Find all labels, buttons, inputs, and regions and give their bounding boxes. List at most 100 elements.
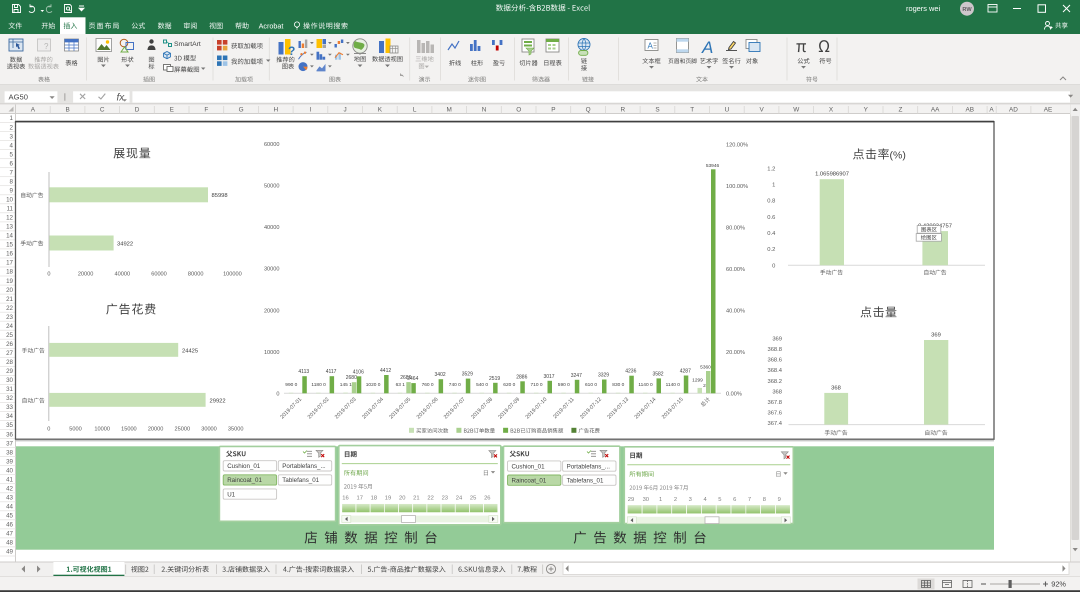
svg-text:29: 29 [628,497,634,503]
svg-text:D: D [135,106,140,113]
svg-text:3402: 3402 [435,372,446,378]
svg-text:20.00%: 20.00% [726,350,745,356]
svg-text:35000: 35000 [228,427,244,433]
svg-text:367.4: 367.4 [767,421,782,427]
svg-text:540 0: 540 0 [476,382,488,388]
svg-text:60000: 60000 [264,142,280,148]
svg-text:42: 42 [6,486,13,493]
svg-text:34: 34 [6,413,13,420]
svg-text:1.2: 1.2 [767,166,775,172]
svg-text:15: 15 [6,242,13,249]
svg-text:7: 7 [10,169,14,176]
svg-text:80000: 80000 [188,272,204,278]
svg-text:39: 39 [6,458,13,465]
svg-text:6: 6 [10,160,14,167]
svg-text:7: 7 [748,497,751,503]
svg-text:47: 47 [6,531,13,538]
svg-text:20000: 20000 [78,272,94,278]
svg-text:W: W [793,106,800,113]
svg-text:368.6: 368.6 [767,358,782,364]
svg-text:30000: 30000 [264,267,280,273]
svg-text:3017: 3017 [543,374,554,380]
svg-text:SmartArt: SmartArt [174,41,201,48]
svg-text:1: 1 [659,497,662,503]
svg-text:3: 3 [10,133,14,140]
svg-text:50000: 50000 [264,184,280,190]
svg-text:5360: 5360 [700,365,711,371]
svg-text:20000: 20000 [264,308,280,314]
svg-text:710 0: 710 0 [530,382,542,388]
svg-text:J: J [343,106,346,113]
svg-text:1: 1 [10,115,14,122]
svg-text:8: 8 [10,178,14,185]
svg-text:60000: 60000 [151,272,167,278]
svg-text:37: 37 [6,440,13,447]
svg-text:27: 27 [6,350,13,357]
svg-text:41: 41 [6,476,13,483]
svg-text:26: 26 [6,341,13,348]
svg-text:21: 21 [413,496,419,502]
svg-text:760 0: 760 0 [422,382,434,388]
svg-text:10000: 10000 [94,427,110,433]
svg-text:40000: 40000 [115,272,131,278]
svg-text:369: 369 [931,332,941,338]
svg-text:AA: AA [931,106,940,113]
svg-text:A: A [989,106,994,113]
svg-text:2464: 2464 [407,376,418,382]
svg-text:40: 40 [6,467,13,474]
svg-text:1299: 1299 [692,378,703,384]
svg-text:19: 19 [385,496,391,502]
svg-text:3: 3 [689,497,692,503]
svg-text:10: 10 [6,197,13,204]
svg-text:A: A [648,42,654,51]
svg-text:18: 18 [371,496,377,502]
svg-text:Cushion_01: Cushion_01 [227,463,261,470]
svg-text:1.065986907: 1.065986907 [815,172,849,178]
svg-text:610 0: 610 0 [585,382,597,388]
svg-text:30: 30 [643,497,649,503]
svg-text:4412: 4412 [380,368,391,374]
svg-text:4113: 4113 [298,369,309,375]
svg-text:14: 14 [6,233,13,240]
svg-text:92%: 92% [1051,580,1066,589]
svg-text:V: V [759,106,764,113]
svg-text:3529: 3529 [462,372,473,378]
svg-text:2886: 2886 [516,374,527,380]
svg-text:B: B [65,106,69,113]
svg-text:990 0: 990 0 [285,382,297,388]
svg-text:368: 368 [831,385,841,391]
svg-text:6: 6 [733,497,736,503]
svg-text:53946: 53946 [706,163,720,169]
svg-text:fx: fx [117,93,126,104]
svg-text:L: L [413,106,417,113]
svg-text:4: 4 [10,142,14,149]
svg-text:0.2: 0.2 [767,247,775,253]
svg-text:48: 48 [6,540,13,547]
svg-text:368.8: 368.8 [767,347,782,353]
svg-text:Raincoat_01: Raincoat_01 [512,477,547,484]
svg-text:830 0: 830 0 [612,382,624,388]
svg-text:23: 23 [442,496,448,502]
svg-text:80.00%: 80.00% [726,225,745,231]
svg-text:1: 1 [772,183,775,189]
svg-text:36: 36 [6,431,13,438]
svg-text:?: ? [288,44,295,58]
svg-text:20000: 20000 [148,427,164,433]
svg-text:0.8: 0.8 [767,199,775,205]
svg-text:590 0: 590 0 [558,382,570,388]
svg-text:U1: U1 [227,491,235,498]
svg-text:46: 46 [6,522,13,529]
svg-text:3582: 3582 [652,371,663,377]
svg-text:30000: 30000 [201,427,217,433]
svg-text:25000: 25000 [175,427,191,433]
svg-text:5000: 5000 [69,427,81,433]
svg-text:4287: 4287 [680,369,691,375]
svg-text:21: 21 [6,296,13,303]
svg-text:AB: AB [966,106,975,113]
svg-text:25: 25 [470,496,476,502]
svg-text:24425: 24425 [182,349,198,355]
svg-text:2: 2 [674,497,677,503]
svg-text:367.6: 367.6 [767,411,782,417]
svg-text:1140 0: 1140 0 [666,382,681,388]
svg-text:0: 0 [47,427,50,433]
